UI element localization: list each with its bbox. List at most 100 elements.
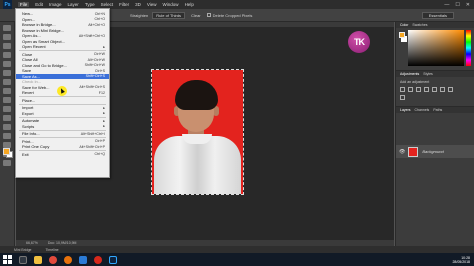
move-tool-icon[interactable]: [3, 25, 11, 31]
healing-tool-icon[interactable]: [3, 79, 11, 85]
straighten-button[interactable]: Straighten: [130, 13, 148, 18]
tab-channels[interactable]: Channels: [415, 108, 430, 112]
quick-select-tool-icon[interactable]: [3, 52, 11, 58]
menu-item-shortcut: Ctrl+Q: [94, 152, 105, 157]
marquee-tool-icon[interactable]: [3, 34, 11, 40]
brush-tool-icon[interactable]: [3, 88, 11, 94]
hue-slider[interactable]: [466, 30, 471, 66]
delete-cropped-checkbox[interactable]: [206, 13, 211, 17]
zoom-level[interactable]: 66,67%: [26, 241, 38, 245]
tab-paths[interactable]: Paths: [433, 108, 442, 112]
exposure-icon[interactable]: [424, 87, 429, 92]
eraser-tool-icon[interactable]: [3, 115, 11, 121]
menu-item-label: Export: [22, 110, 34, 116]
adjustments-panel-tabs: Adjustments Styles: [396, 71, 474, 77]
opera-icon[interactable]: [94, 255, 102, 264]
stamp-tool-icon[interactable]: [3, 97, 11, 103]
file-menu-item-print-one-copy[interactable]: Print One Copy Alt+Shift+Ctrl+P: [16, 144, 109, 150]
right-panels: Color Swatches Adjustments Styles Add an…: [395, 22, 474, 246]
gradient-tool-icon[interactable]: [3, 124, 11, 130]
window-controls: — ☐ ✕: [444, 2, 470, 8]
menu-layer[interactable]: Layer: [68, 2, 79, 7]
menu-item-label: Print One Copy: [22, 144, 50, 150]
menu-item-label: Place...: [22, 97, 36, 103]
vibrance-icon[interactable]: [432, 87, 437, 92]
tab-adjustments[interactable]: Adjustments: [400, 72, 419, 76]
menu-image[interactable]: Image: [49, 2, 62, 7]
tab-timeline[interactable]: Timeline: [46, 248, 59, 252]
photo-hair: [175, 80, 218, 110]
menu-item-label: Browse in Bridge...: [22, 22, 56, 28]
file-menu-item-export[interactable]: Export ▸: [16, 111, 109, 117]
menu-filter[interactable]: Filter: [119, 2, 129, 7]
clear-button[interactable]: Clear: [191, 13, 201, 18]
channel-logo-badge: TK: [348, 31, 370, 53]
word-icon[interactable]: [79, 255, 87, 264]
file-menu-item-place[interactable]: Place...: [16, 98, 109, 104]
menu-item-label: Save for Web...: [22, 84, 50, 90]
workspace-select[interactable]: Essentials: [421, 11, 454, 19]
type-tool-icon[interactable]: [3, 160, 11, 166]
menu-select[interactable]: Select: [101, 2, 114, 7]
menu-item-shortcut: Alt+Shift+Ctrl+S: [79, 85, 105, 90]
close-icon[interactable]: ✕: [466, 2, 470, 8]
task-view-icon[interactable]: [19, 255, 27, 264]
menu-window[interactable]: Window: [163, 2, 179, 7]
photo-shirt: [154, 136, 241, 194]
file-menu-item-exit[interactable]: Exit Ctrl+Q: [16, 152, 109, 158]
windows-start-icon[interactable]: [3, 255, 12, 264]
photoshop-taskbar-icon[interactable]: [109, 255, 117, 264]
adjustments-panel: Adjustments Styles Add an adjustment: [396, 70, 474, 104]
menu-item-shortcut: Shift+Ctrl+W: [84, 63, 105, 68]
tab-mini-bridge[interactable]: Mini Bridge: [14, 248, 32, 252]
document-photo[interactable]: [151, 69, 244, 195]
file-menu-item-file-info[interactable]: File Info... Alt+Shift+Ctrl+I: [16, 131, 109, 137]
tab-styles[interactable]: Styles: [423, 72, 433, 76]
blur-tool-icon[interactable]: [3, 133, 11, 139]
menu-type[interactable]: Type: [85, 2, 95, 7]
eye-icon[interactable]: 👁: [399, 149, 405, 155]
brightness-icon[interactable]: [400, 87, 405, 92]
color-balance-icon[interactable]: [448, 87, 453, 92]
menu-item-shortcut: Ctrl+S: [94, 68, 105, 73]
menu-help[interactable]: Help: [185, 2, 194, 7]
chrome-icon[interactable]: [49, 255, 57, 264]
submenu-arrow-icon: ▸: [103, 111, 105, 116]
system-clock[interactable]: 10:28 28/05/2018: [452, 256, 470, 264]
firefox-icon[interactable]: [64, 255, 72, 264]
minimize-icon[interactable]: —: [444, 2, 449, 8]
eyedropper-tool-icon[interactable]: [3, 70, 11, 76]
menu-edit[interactable]: Edit: [35, 2, 43, 7]
file-menu-item-open-recent[interactable]: Open Recent ▸: [16, 44, 109, 50]
curves-icon[interactable]: [416, 87, 421, 92]
maximize-icon[interactable]: ☐: [455, 2, 459, 8]
submenu-arrow-icon: ▸: [103, 124, 105, 129]
foreground-color-swatch[interactable]: [3, 148, 10, 155]
menu-item-label: Open Recent: [22, 44, 46, 50]
panel-foreground-swatch[interactable]: [399, 32, 405, 38]
black-white-icon[interactable]: [400, 95, 405, 100]
levels-icon[interactable]: [408, 87, 413, 92]
layer-row-background[interactable]: 👁 Background: [396, 145, 474, 158]
history-brush-tool-icon[interactable]: [3, 106, 11, 112]
tab-swatches[interactable]: Swatches: [412, 23, 427, 27]
overlay-select[interactable]: Rule of Thirds: [152, 11, 186, 19]
tab-color[interactable]: Color: [400, 23, 408, 27]
menu-item-label: Open...: [22, 16, 36, 22]
hue-saturation-icon[interactable]: [440, 87, 445, 92]
menu-item-label: Scripts: [22, 123, 35, 129]
menu-item-label: Open as Smart Object...: [22, 38, 65, 44]
menu-3d[interactable]: 3D: [135, 2, 141, 7]
menu-file[interactable]: File: [18, 2, 30, 7]
menu-item-label: Browse in Mini Bridge...: [22, 27, 65, 33]
tab-layers[interactable]: Layers: [400, 108, 411, 112]
color-picker-field[interactable]: [408, 30, 464, 66]
lasso-tool-icon[interactable]: [3, 43, 11, 49]
crop-tool-icon[interactable]: [3, 61, 11, 67]
menu-item-shortcut: Ctrl+O: [94, 17, 105, 22]
menu-view[interactable]: View: [147, 2, 157, 7]
submenu-arrow-icon: ▸: [103, 44, 105, 49]
file-menu-item-scripts[interactable]: Scripts ▸: [16, 124, 109, 130]
adjustment-icons: [400, 87, 460, 100]
file-explorer-icon[interactable]: [34, 255, 42, 264]
